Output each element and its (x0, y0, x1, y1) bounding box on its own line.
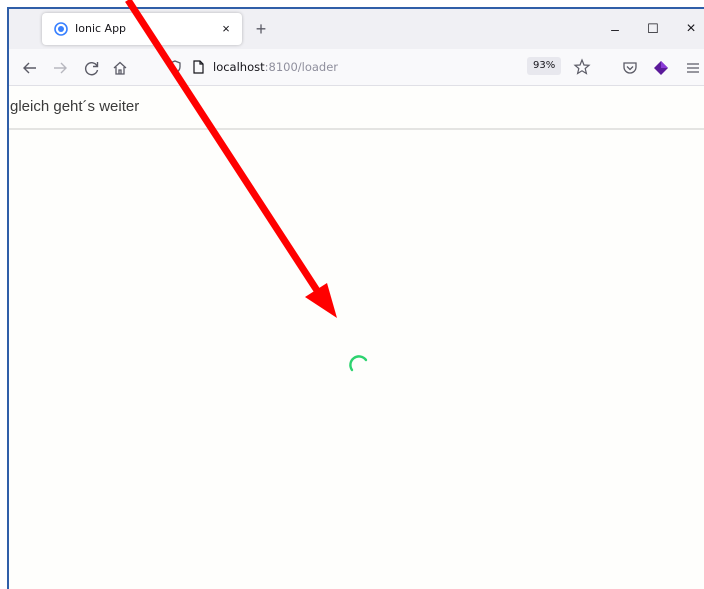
bookmark-star-icon[interactable] (573, 58, 591, 76)
tab-title: Ionic App (75, 22, 127, 35)
window-close-button[interactable]: × (677, 17, 704, 41)
browser-window: Ionic App × + – ☐ × localhost:8100/loade… (7, 7, 704, 589)
home-icon[interactable] (109, 57, 131, 79)
ionic-logo-icon (54, 22, 68, 36)
page-title: gleich geht´s weiter (10, 98, 140, 115)
reload-icon[interactable] (81, 57, 103, 79)
forward-arrow-icon[interactable] (49, 57, 71, 79)
loading-spinner-icon (349, 355, 368, 372)
pocket-icon[interactable] (621, 59, 639, 77)
url-host: localhost (213, 60, 265, 74)
url-text[interactable]: localhost:8100/loader (213, 60, 338, 74)
tab-strip: Ionic App × + – ☐ × (9, 9, 704, 49)
tab-ionic-app[interactable]: Ionic App × (42, 13, 242, 45)
nav-bar: localhost:8100/loader 93% (9, 49, 704, 86)
new-tab-button[interactable]: + (249, 17, 273, 41)
shield-icon[interactable] (167, 59, 183, 75)
minimize-button[interactable]: – (601, 17, 629, 41)
url-path: :8100/loader (264, 60, 339, 74)
extension-icon[interactable] (652, 59, 670, 77)
maximize-button[interactable]: ☐ (639, 17, 667, 41)
menu-icon[interactable] (684, 59, 702, 77)
zoom-level-badge[interactable]: 93% (527, 57, 562, 75)
page-icon[interactable] (191, 59, 205, 75)
app-header: gleich geht´s weiter (9, 86, 704, 130)
tab-close-icon[interactable]: × (216, 19, 236, 39)
screenshot-stage: Ionic App × + – ☐ × localhost:8100/loade… (0, 0, 704, 589)
back-arrow-icon[interactable] (19, 57, 41, 79)
url-bar[interactable]: localhost:8100/loader 93% (159, 53, 599, 81)
